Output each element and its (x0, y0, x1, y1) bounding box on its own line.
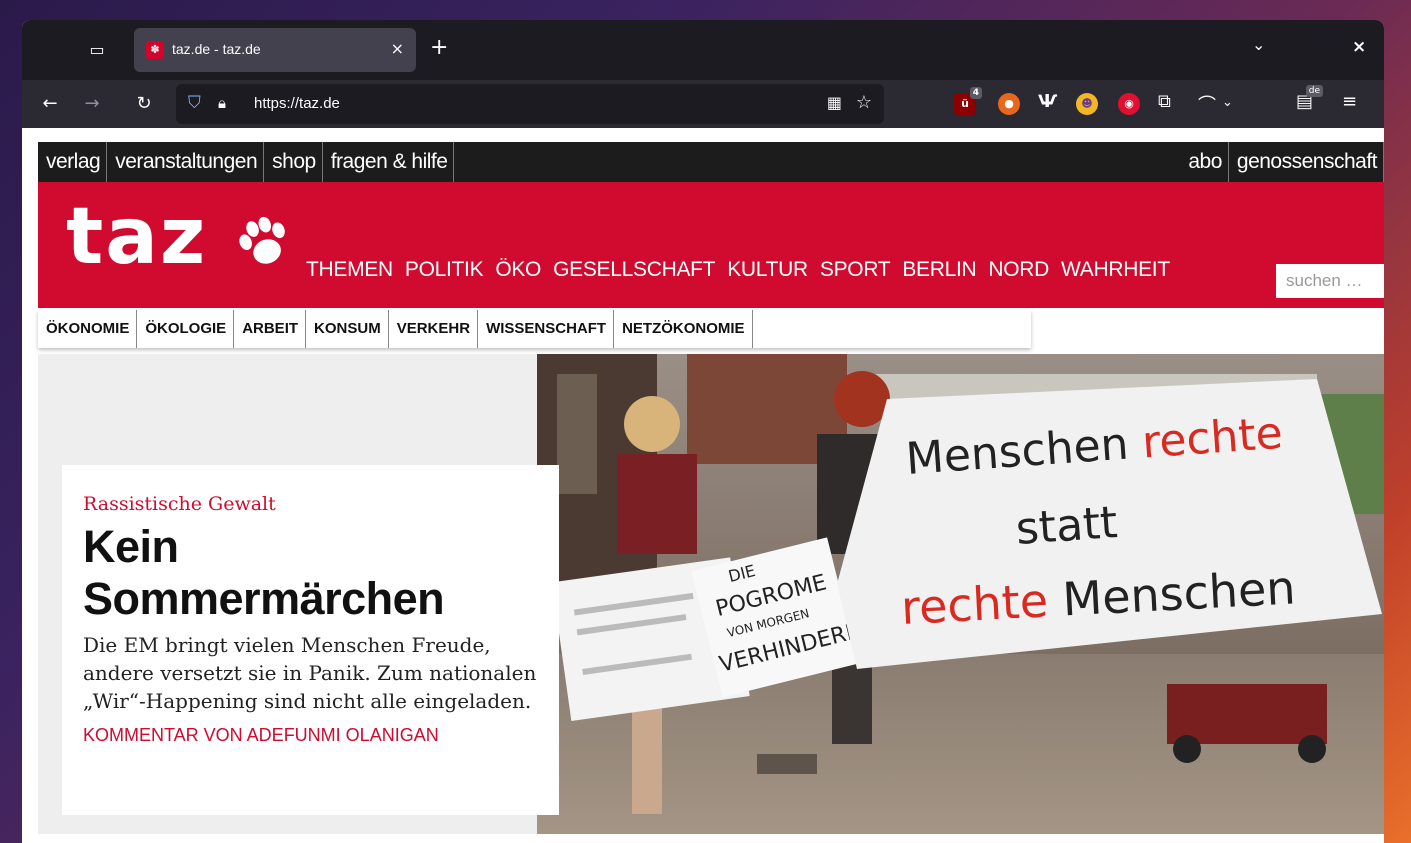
teaser-card[interactable]: Rassistische Gewalt Kein Sommermärchen D… (62, 465, 559, 815)
forward-arrow-icon[interactable]: → (78, 90, 106, 118)
subnav-oekologie[interactable]: ÖKOLOGIE (137, 310, 235, 348)
main-nav: THEMEN POLITIK ÖKO GESELLSCHAFT KULTUR SPORT B… (306, 258, 1182, 282)
url-bar[interactable]: ⛉ 🔒︎ https://taz.de ▦ ☆ (176, 84, 884, 124)
topnav-link-genossenschaft[interactable]: genossenschaft (1229, 142, 1384, 182)
taz-favicon-icon: ✽ (146, 41, 164, 59)
tracking-protection-shield-icon[interactable]: ⛉ (188, 93, 201, 113)
subnav-oekonomie[interactable]: ÖKONOMIE (38, 310, 138, 348)
teaser-lead[interactable]: Die EM bringt vielen Menschen Freude, an… (83, 631, 539, 715)
topnav-link-shop[interactable]: shop (264, 142, 323, 182)
teaser-photo[interactable]: DIE POGROME VON MORGEN VERHINDERN Mensch… (537, 354, 1384, 834)
sub-nav-oeko: ÖKONOMIE ÖKOLOGIE ARBEIT KONSUM VERKEHR WISSE… (38, 310, 1031, 348)
web-page: verlag veranstaltungen shop fragen & hilfe … (22, 128, 1384, 843)
hamburger-menu-icon[interactable]: ≡ (1342, 91, 1357, 112)
teaser-kicker[interactable]: Rassistische Gewalt (83, 493, 539, 515)
mainnav-politik[interactable]: POLITIK (405, 258, 484, 281)
bookmark-star-icon[interactable]: ☆ (856, 92, 872, 113)
mainnav-kultur[interactable]: KULTUR (727, 258, 808, 281)
subnav-wissenschaft[interactable]: WISSENSCHAFT (478, 310, 615, 348)
emoji-face-icon[interactable]: ☻ (1076, 93, 1098, 115)
headline-line-2[interactable]: Sommermärchen (83, 573, 539, 625)
search-box (1276, 264, 1384, 298)
url-text[interactable]: https://taz.de (254, 95, 340, 112)
teaser-byline[interactable]: KOMMENTAR VON ADEFUNMI OLANIGAN (83, 725, 539, 746)
teaser-headline[interactable]: Kein Sommermärchen (83, 521, 539, 625)
tab-close-icon[interactable]: × (391, 39, 404, 58)
firefox-view-icon[interactable]: ▭ (84, 37, 110, 63)
tab-strip: ▭ ✽ taz.de - taz.de × + ⌄ × (22, 20, 1384, 80)
navigation-toolbar: ← → ↻ ⛉ 🔒︎ https://taz.de ▦ ☆ ü4 ● Ѱ ☻ ◉… (22, 80, 1384, 128)
mainnav-gesellschaft[interactable]: GESELLSCHAFT (553, 258, 715, 281)
mainnav-nord[interactable]: NORD (988, 258, 1049, 281)
sync-account-icon[interactable]: ⌒ (1198, 91, 1216, 117)
mainnav-themen[interactable]: THEMEN (306, 258, 393, 281)
banner-text-rechte-2: rechte (900, 573, 1064, 635)
banner-text-rechte: rechte (1141, 408, 1285, 469)
extensions-puzzle-icon[interactable]: ⧉ (1158, 91, 1171, 112)
padlock-icon[interactable]: 🔒︎ (218, 94, 226, 112)
mainnav-oeko[interactable]: ÖKO (495, 258, 541, 281)
record-icon[interactable]: ◉ (1118, 93, 1140, 115)
mainnav-wahrheit[interactable]: WAHRHEIT (1061, 258, 1170, 281)
search-input[interactable] (1276, 264, 1384, 298)
qr-code-icon[interactable]: ▦ (827, 93, 842, 112)
top-utility-nav: verlag veranstaltungen shop fragen & hilfe … (38, 142, 1384, 182)
topnav-link-verlag[interactable]: verlag (38, 142, 108, 182)
paw-logo-icon[interactable] (233, 212, 295, 274)
lead-teaser[interactable]: DIE POGROME VON MORGEN VERHINDERN Mensch… (38, 354, 1384, 834)
subnav-konsum[interactable]: KONSUM (306, 310, 389, 348)
headline-line-1[interactable]: Kein (83, 521, 539, 573)
account-chevron-icon[interactable]: ⌄ (1222, 95, 1233, 110)
ublock-origin-icon[interactable]: ü4 (954, 87, 982, 115)
banner-text-statt: statt (1014, 497, 1119, 555)
mainnav-sport[interactable]: SPORT (820, 258, 891, 281)
topnav-link-veranstaltungen[interactable]: veranstaltungen (107, 142, 265, 182)
new-tab-button[interactable]: + (430, 35, 448, 61)
list-all-tabs-chevron-icon[interactable]: ⌄ (1252, 35, 1265, 54)
browser-window: ▭ ✽ taz.de - taz.de × + ⌄ × ← → ↻ ⛉ 🔒︎ h… (22, 20, 1384, 843)
topnav-link-fragen-hilfe[interactable]: fragen & hilfe (323, 142, 455, 182)
subnav-arbeit[interactable]: ARBEIT (234, 310, 307, 348)
tab-taz[interactable]: ✽ taz.de - taz.de × (134, 28, 416, 72)
back-arrow-icon[interactable]: ← (36, 90, 64, 118)
window-close-icon[interactable]: × (1352, 37, 1366, 57)
protest-photo-illustration: DIE POGROME VON MORGEN VERHINDERN Mensch… (537, 354, 1384, 834)
tab-title: taz.de - taz.de (172, 41, 261, 57)
duckduckgo-icon[interactable]: ● (998, 93, 1020, 115)
reload-icon[interactable]: ↻ (130, 90, 158, 118)
topnav-link-abo[interactable]: abo (1180, 142, 1229, 182)
wallabag-icon[interactable]: Ѱ (1038, 91, 1057, 112)
subnav-verkehr[interactable]: VERKEHR (389, 310, 479, 348)
mainnav-berlin[interactable]: BERLIN (902, 258, 976, 281)
translate-icon[interactable]: ▤ de (1296, 85, 1324, 112)
masthead: taz THEMEN POLITIK ÖKO GESELLSCHAFT KULTUR SP… (38, 182, 1384, 308)
taz-logo[interactable]: taz (66, 192, 207, 282)
subnav-netzoekonomie[interactable]: NETZÖKONOMIE (614, 310, 753, 348)
